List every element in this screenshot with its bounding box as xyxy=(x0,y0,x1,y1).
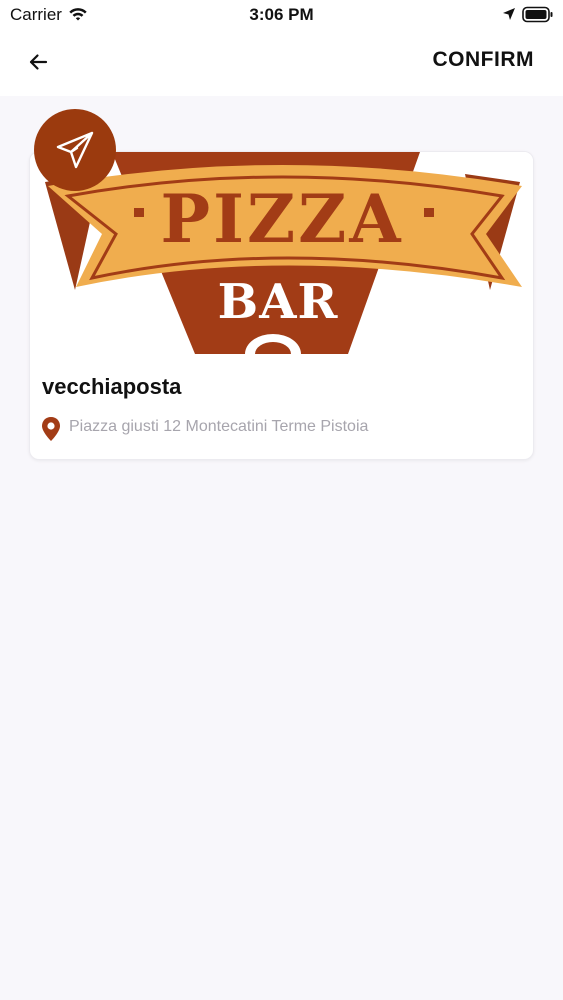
nav-bar: CONFIRM xyxy=(0,30,563,96)
restaurant-address: Piazza giusti 12 Montecatini Terme Pisto… xyxy=(69,418,369,435)
confirm-button[interactable]: CONFIRM xyxy=(433,48,535,72)
arrow-left-icon xyxy=(29,54,48,70)
restaurant-name: vecchiaposta xyxy=(42,374,182,399)
logo-text-bar: BAR xyxy=(218,274,339,330)
map-pin-icon xyxy=(42,417,60,441)
status-time: 3:06 PM xyxy=(249,5,314,24)
back-button[interactable] xyxy=(20,46,56,78)
restaurant-card[interactable]: PIZZA BAR vecchiaposta Piazza giusti 12 … xyxy=(29,151,534,460)
location-arrow-icon xyxy=(503,8,515,20)
paper-plane-icon xyxy=(56,131,94,169)
battery-icon xyxy=(522,6,553,23)
logo-text-pizza: PIZZA xyxy=(160,180,403,258)
restaurant-logo-image: PIZZA BAR xyxy=(30,152,533,354)
send-button[interactable] xyxy=(34,109,116,191)
status-bar: Carrier 3:06 PM xyxy=(0,0,563,30)
